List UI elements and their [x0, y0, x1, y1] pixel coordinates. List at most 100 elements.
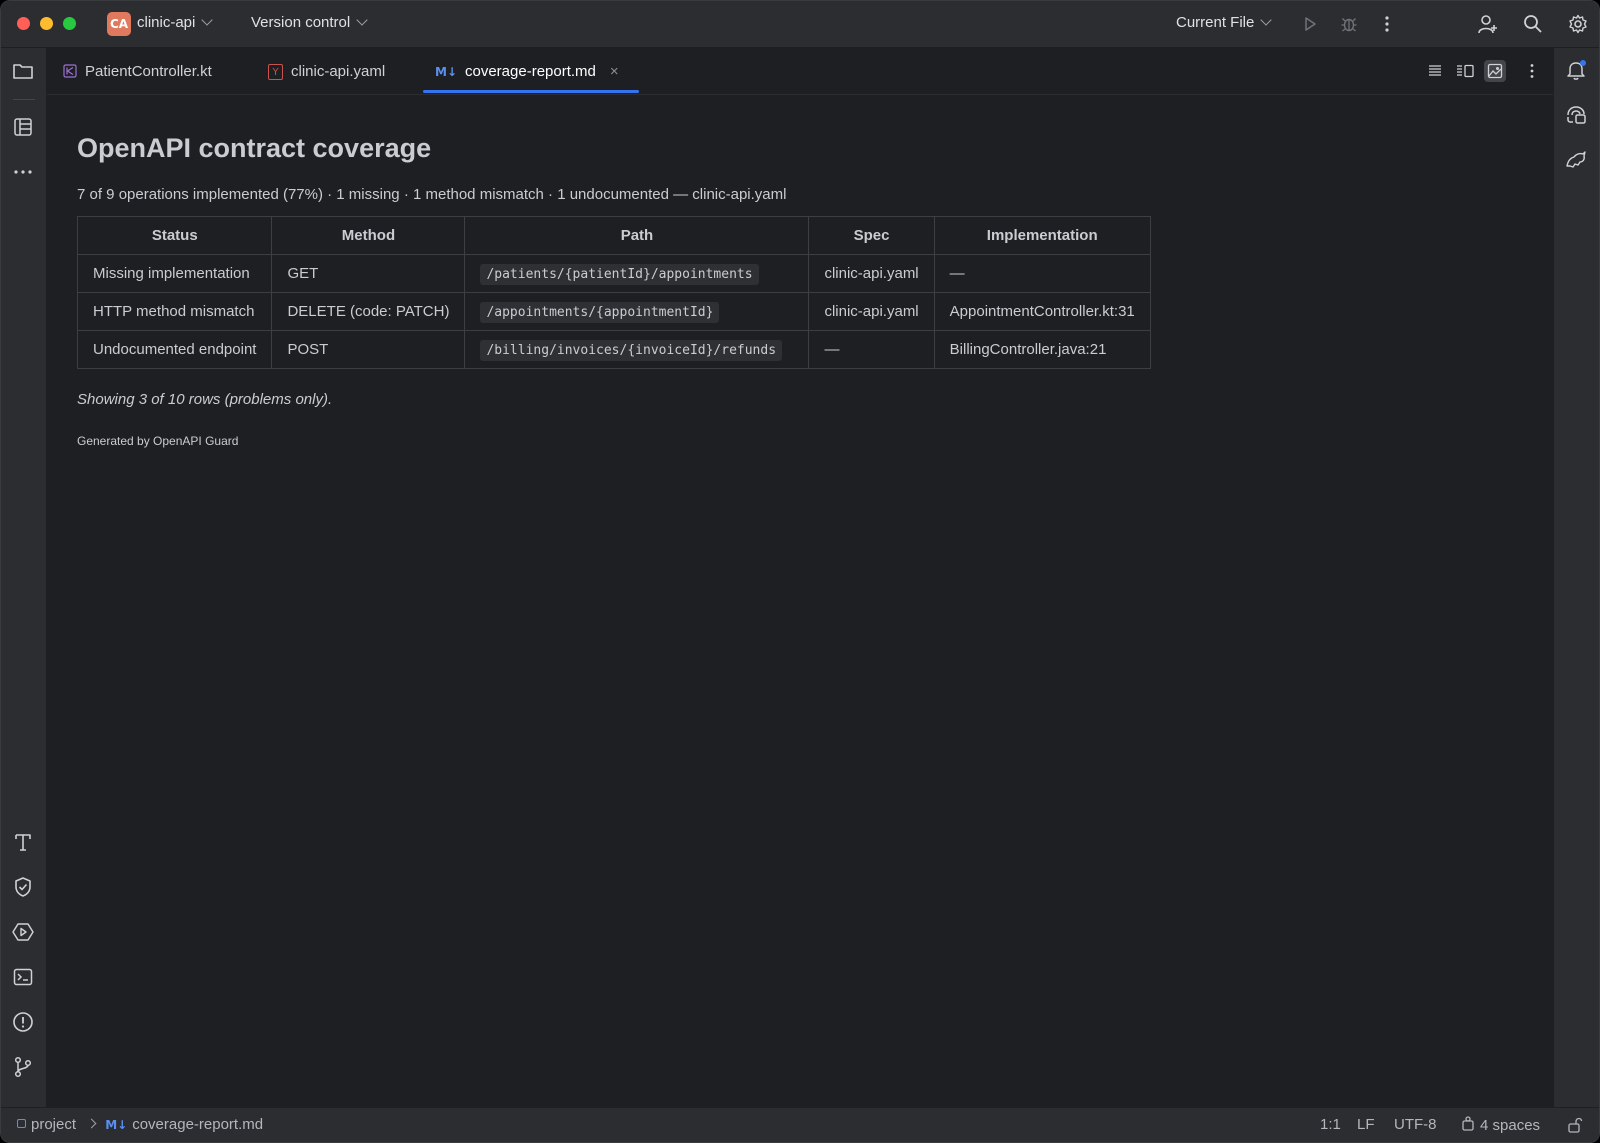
cell-path: /patients/{patientId}/appointments: [464, 254, 810, 293]
table-header-row: Status Method Path Spec Implementation: [76, 216, 1151, 255]
tab-coverage-report[interactable]: M↓ coverage-report.md ×: [423, 48, 639, 94]
cell-status: HTTP method mismatch: [76, 292, 273, 331]
table-row: HTTP method mismatch DELETE (code: PATCH…: [76, 292, 1151, 331]
column-header-status: Status: [76, 216, 273, 255]
cell-status: Undocumented endpoint: [76, 330, 273, 369]
cell-method: DELETE (code: PATCH): [271, 292, 466, 331]
ide-window: CA clinic-api Version control Current Fi…: [0, 0, 1600, 1143]
close-window-button[interactable]: [17, 17, 30, 30]
vcs-selector[interactable]: Version control: [251, 14, 368, 31]
kotlin-file-icon: [63, 64, 77, 78]
cell-method: GET: [271, 254, 466, 293]
vcs-label: Version control: [251, 14, 351, 31]
report-document: OpenAPI contract coverage 7 of 9 operati…: [76, 133, 1523, 448]
more-vertical-icon[interactable]: [1375, 12, 1399, 36]
tab-label: coverage-report.md: [465, 62, 596, 80]
indent-label: 4 spaces: [1480, 1117, 1541, 1134]
left-toolbar: [1, 48, 47, 1108]
right-toolbar: [1553, 48, 1599, 1108]
project-folder-icon[interactable]: [11, 59, 35, 83]
zoom-window-button[interactable]: [63, 17, 76, 30]
database-tool-icon[interactable]: [1564, 148, 1588, 172]
split-view-icon[interactable]: [1454, 60, 1476, 82]
git-branch-icon[interactable]: [11, 1055, 35, 1079]
path-code: /billing/invoices/{invoiceId}/refunds: [480, 340, 783, 361]
path-code: /appointments/{appointmentId}: [480, 302, 720, 323]
chevron-down-icon: [201, 14, 214, 26]
run-config-label: Current File: [1176, 14, 1255, 31]
tab-label: clinic-api.yaml: [291, 62, 386, 80]
chevron-right-icon: [86, 1118, 97, 1129]
tab-label: PatientController.kt: [85, 62, 212, 80]
coverage-table: Status Method Path Spec Implementation M…: [76, 216, 1151, 369]
active-tab-indicator: [423, 90, 639, 93]
title-bar: CA clinic-api Version control Current Fi…: [1, 1, 1599, 48]
page-title: OpenAPI contract coverage: [77, 133, 432, 163]
column-header-implementation: Implementation: [933, 216, 1151, 255]
shield-check-icon[interactable]: [11, 875, 35, 899]
minimize-window-button[interactable]: [40, 17, 53, 30]
cell-status: Missing implementation: [76, 254, 273, 293]
editor-only-view-icon[interactable]: [1424, 60, 1446, 82]
notifications-bell-icon[interactable]: [1564, 58, 1588, 82]
table-row: Undocumented endpoint POST /billing/invo…: [76, 330, 1151, 369]
add-user-icon[interactable]: [1476, 12, 1500, 36]
line-ending[interactable]: LF: [1357, 1116, 1375, 1133]
column-header-path: Path: [464, 216, 810, 255]
markdown-file-icon: M↓: [435, 64, 457, 79]
indent-icon: [1461, 1116, 1475, 1132]
more-vertical-icon[interactable]: [1521, 60, 1543, 82]
debug-icon[interactable]: [1337, 12, 1361, 36]
ai-assistant-icon[interactable]: [1564, 103, 1588, 127]
cell-method: POST: [271, 330, 466, 369]
path-code: /patients/{patientId}/appointments: [480, 264, 759, 285]
services-run-icon[interactable]: [11, 920, 35, 944]
cell-implementation: AppointmentController.kt:31: [933, 292, 1151, 331]
rows-note: Showing 3 of 10 rows (problems only).: [77, 391, 333, 408]
caret-position[interactable]: 1:1: [1320, 1116, 1341, 1133]
cell-spec: —: [808, 330, 935, 369]
editor-tab-bar: PatientController.kt Y clinic-api.yaml M…: [47, 48, 1553, 95]
column-header-spec: Spec: [808, 216, 935, 255]
table-row: Missing implementation GET /patients/{pa…: [76, 254, 1151, 293]
settings-gear-icon[interactable]: [1566, 12, 1590, 36]
structure-icon[interactable]: [11, 115, 35, 139]
markdown-preview: OpenAPI contract coverage 7 of 9 operati…: [47, 95, 1553, 1108]
breadcrumb-file[interactable]: coverage-report.md: [132, 1116, 263, 1133]
cell-spec: clinic-api.yaml: [808, 292, 935, 331]
generated-by: Generated by OpenAPI Guard: [77, 434, 239, 448]
chevron-down-icon: [1260, 14, 1273, 26]
problems-icon[interactable]: [11, 1010, 35, 1034]
file-encoding[interactable]: UTF-8: [1394, 1116, 1437, 1133]
lock-icon[interactable]: [1567, 1117, 1583, 1133]
project-name: clinic-api: [137, 14, 196, 31]
indent-setting[interactable]: 4 spaces: [1461, 1116, 1540, 1134]
build-hammer-icon[interactable]: [11, 830, 35, 854]
module-icon: [17, 1119, 26, 1128]
tab-clinic-api-yaml[interactable]: Y clinic-api.yaml: [268, 48, 385, 94]
preview-only-view-icon[interactable]: [1484, 60, 1506, 82]
cell-implementation: —: [933, 254, 1151, 293]
more-horizontal-icon[interactable]: [11, 160, 35, 184]
project-selector[interactable]: clinic-api: [137, 14, 214, 31]
divider: [13, 99, 35, 100]
column-header-method: Method: [271, 216, 466, 255]
search-icon[interactable]: [1521, 12, 1545, 36]
run-config-selector[interactable]: Current File: [1176, 14, 1273, 31]
yaml-file-icon: Y: [268, 62, 283, 81]
markdown-file-icon: M↓: [105, 1118, 128, 1132]
cell-path: /appointments/{appointmentId}: [464, 292, 810, 331]
close-tab-icon[interactable]: ×: [610, 63, 619, 80]
chevron-down-icon: [356, 14, 368, 26]
project-badge[interactable]: CA: [107, 12, 131, 36]
breadcrumb-root[interactable]: project: [31, 1116, 76, 1133]
cell-path: /billing/invoices/{invoiceId}/refunds: [464, 330, 810, 369]
breadcrumb: project M↓ coverage-report.md: [17, 1116, 263, 1133]
terminal-icon[interactable]: [11, 965, 35, 989]
status-bar: project M↓ coverage-report.md 1:1 LF UTF-…: [1, 1107, 1599, 1142]
run-icon[interactable]: [1298, 12, 1322, 36]
coverage-summary: 7 of 9 operations implemented (77%) · 1 …: [77, 186, 787, 203]
cell-implementation: BillingController.java:21: [933, 330, 1151, 369]
tab-patient-controller[interactable]: PatientController.kt: [63, 48, 212, 94]
cell-spec: clinic-api.yaml: [808, 254, 935, 293]
